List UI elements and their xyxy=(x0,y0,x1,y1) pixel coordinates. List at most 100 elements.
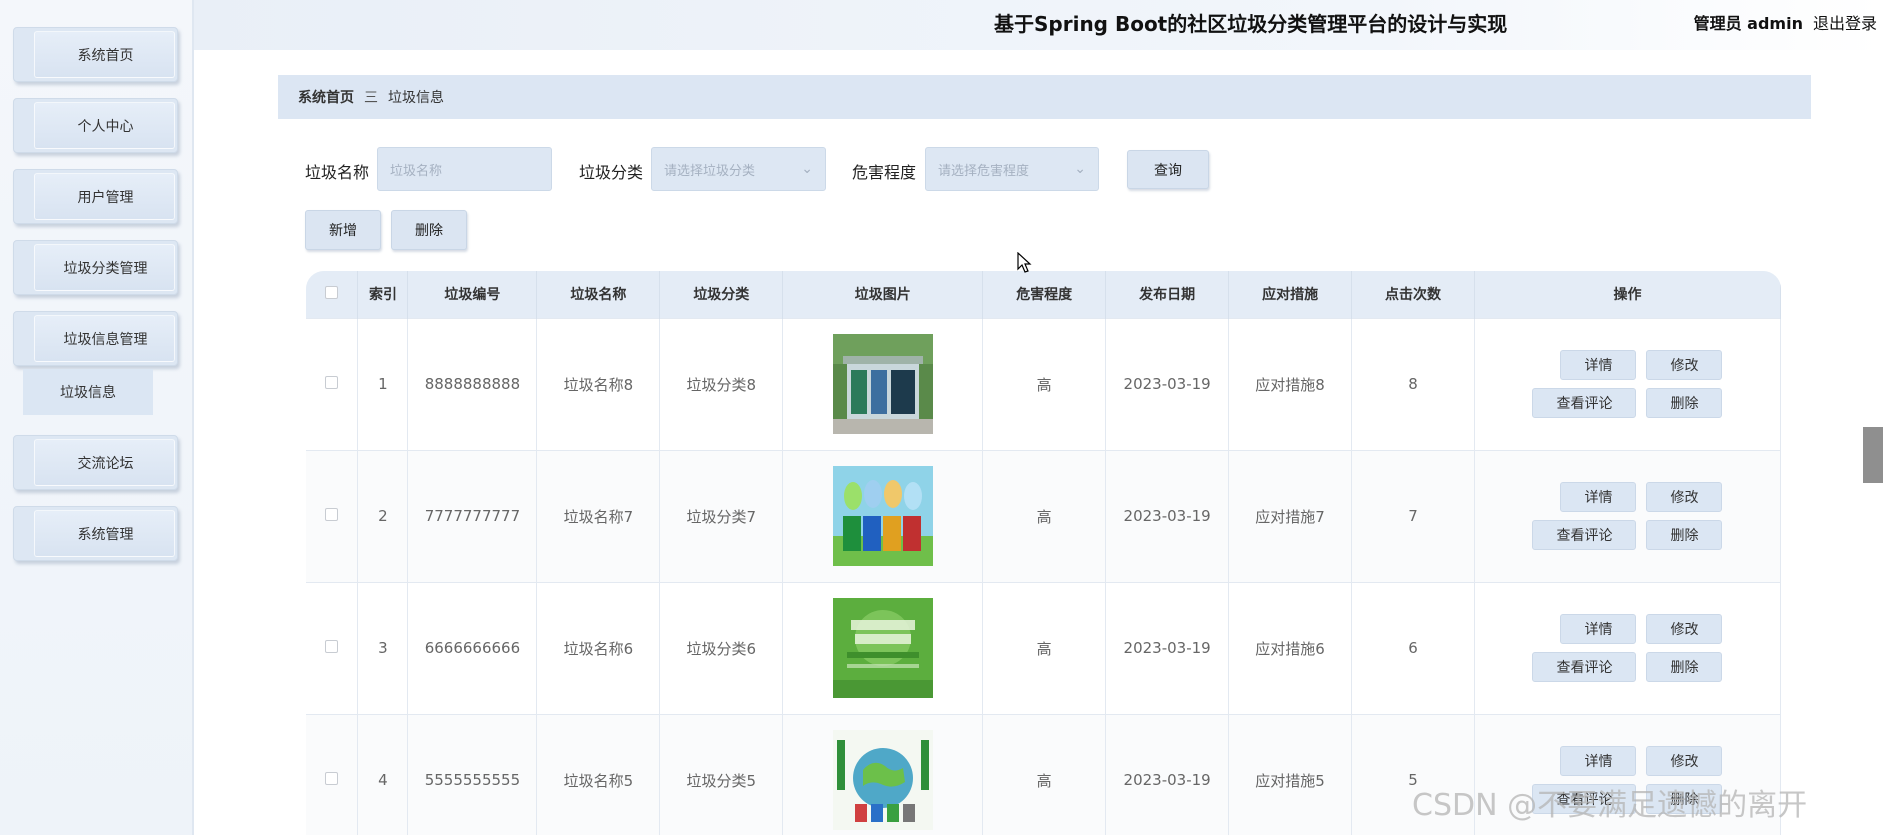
category-select-placeholder: 请选择垃圾分类 xyxy=(664,163,756,179)
top-header: 基于Spring Boot的社区垃圾分类管理平台的设计与实现 管理员 admin… xyxy=(194,0,1883,50)
sidebar-item-label: 系统管理 xyxy=(77,526,134,543)
breadcrumb-home[interactable]: 系统首页 xyxy=(298,87,354,107)
edit-button[interactable]: 修改 xyxy=(1646,350,1723,380)
garbage-image-colored-bins[interactable] xyxy=(832,466,933,566)
delete-button[interactable]: 删除 xyxy=(1646,388,1723,418)
sidebar-item-label: 交流论坛 xyxy=(77,455,134,472)
hazard-select-placeholder: 请选择危害程度 xyxy=(938,163,1030,179)
cell-name: 垃圾名称7 xyxy=(536,449,661,582)
sidebar-item-info-management[interactable]: 垃圾信息管理 xyxy=(13,311,178,366)
sidebar-subitem-garbage-info[interactable]: 垃圾信息 xyxy=(23,369,153,415)
view-comments-button[interactable]: 查看评论 xyxy=(1532,388,1637,418)
row-select-cell xyxy=(306,317,359,450)
row-select-cell xyxy=(306,449,359,582)
cell-measure: 应对措施6 xyxy=(1228,581,1353,714)
logout-link[interactable]: 退出登录 xyxy=(1813,10,1877,34)
user-info: 管理员 admin 退出登录 xyxy=(1694,10,1877,34)
cell-date: 2023-03-19 xyxy=(1105,713,1230,835)
row-checkbox[interactable] xyxy=(325,772,339,786)
column-header: 点击次数 xyxy=(1351,271,1475,318)
name-search-input[interactable]: 垃圾名称 xyxy=(377,147,552,191)
table-row: 1 8888888888 垃圾名称8 垃圾分类8 高 2023-03-19 应对… xyxy=(306,317,1781,450)
column-header: 垃圾名称 xyxy=(536,271,661,318)
cell-name: 垃圾名称5 xyxy=(536,713,661,835)
garbage-image-green-poster[interactable] xyxy=(832,598,933,698)
cell-measure: 应对措施7 xyxy=(1228,449,1353,582)
hazard-select[interactable]: 请选择危害程度 ⌄ xyxy=(925,147,1099,191)
garbage-image-recycling-kiosk[interactable] xyxy=(832,334,933,434)
cell-image xyxy=(782,449,984,582)
chevron-down-icon: ⌄ xyxy=(801,161,813,177)
cell-actions: 详情 修改 查看评论 删除 xyxy=(1474,581,1781,714)
edit-button[interactable]: 修改 xyxy=(1646,482,1723,512)
sidebar-item-label: 个人中心 xyxy=(77,118,134,135)
cell-index: 2 xyxy=(357,449,409,582)
sidebar-item-category-management[interactable]: 垃圾分类管理 xyxy=(13,240,178,295)
batch-delete-button[interactable]: 删除 xyxy=(391,210,467,250)
query-button[interactable]: 查询 xyxy=(1127,150,1209,189)
delete-button[interactable]: 删除 xyxy=(1646,520,1723,550)
detail-button[interactable]: 详情 xyxy=(1560,746,1637,777)
scrollbar-thumb[interactable] xyxy=(1863,427,1883,483)
cell-clicks: 7 xyxy=(1351,449,1475,582)
table-header-row: 索引 垃圾编号 垃圾名称 垃圾分类 垃圾图片 危害程度 发布日期 应对措施 点击… xyxy=(306,271,1781,318)
row-select-cell xyxy=(306,581,359,714)
category-select[interactable]: 请选择垃圾分类 ⌄ xyxy=(651,147,826,191)
garbage-image-earth-cartoon[interactable] xyxy=(832,730,933,831)
category-search-label: 垃圾分类 xyxy=(579,163,644,182)
edit-button[interactable]: 修改 xyxy=(1646,746,1723,777)
row-checkbox[interactable] xyxy=(325,508,339,521)
cell-category: 垃圾分类7 xyxy=(659,449,784,582)
column-header: 应对措施 xyxy=(1228,271,1353,318)
cell-hazard: 高 xyxy=(982,713,1107,835)
hazard-search-label: 危害程度 xyxy=(852,163,917,182)
cell-actions: 详情 修改 查看评论 删除 xyxy=(1474,449,1781,582)
mouse-cursor-icon xyxy=(1017,251,1033,278)
cell-name: 垃圾名称8 xyxy=(536,317,661,450)
cell-measure: 应对措施5 xyxy=(1228,713,1353,835)
cell-date: 2023-03-19 xyxy=(1105,449,1230,582)
column-header: 垃圾图片 xyxy=(782,271,984,318)
select-all-checkbox[interactable] xyxy=(325,285,339,299)
cell-date: 2023-03-19 xyxy=(1105,581,1230,714)
cell-name: 垃圾名称6 xyxy=(536,581,661,714)
sidebar-item-personal-center[interactable]: 个人中心 xyxy=(13,98,178,153)
cell-category: 垃圾分类5 xyxy=(659,713,784,835)
sidebar-item-user-management[interactable]: 用户管理 xyxy=(13,169,178,224)
column-header: 危害程度 xyxy=(982,271,1107,318)
sidebar-item-label: 用户管理 xyxy=(77,189,134,206)
cell-clicks: 8 xyxy=(1351,317,1475,450)
detail-button[interactable]: 详情 xyxy=(1560,350,1637,380)
user-role: 管理员 admin xyxy=(1693,14,1803,33)
column-header: 垃圾分类 xyxy=(659,271,784,318)
sidebar-item-label: 系统首页 xyxy=(77,47,134,64)
cell-code: 6666666666 xyxy=(407,581,538,714)
cell-clicks: 6 xyxy=(1351,581,1475,714)
delete-button[interactable]: 删除 xyxy=(1646,652,1723,682)
detail-button[interactable]: 详情 xyxy=(1560,482,1637,512)
row-checkbox[interactable] xyxy=(325,376,339,389)
cell-date: 2023-03-19 xyxy=(1105,317,1230,450)
cell-measure: 应对措施8 xyxy=(1228,317,1353,450)
sidebar-item-forum[interactable]: 交流论坛 xyxy=(13,435,178,490)
view-comments-button[interactable]: 查看评论 xyxy=(1532,652,1637,682)
sidebar: 系统首页 个人中心 用户管理 垃圾分类管理 垃圾信息管理 垃圾信息 交流论坛 系… xyxy=(0,0,194,835)
name-search-label: 垃圾名称 xyxy=(305,163,370,182)
view-comments-button[interactable]: 查看评论 xyxy=(1532,520,1637,550)
cell-image xyxy=(782,581,984,714)
page-title: 基于Spring Boot的社区垃圾分类管理平台的设计与实现 xyxy=(994,12,1508,36)
sidebar-item-label: 垃圾信息管理 xyxy=(63,331,148,348)
cell-code: 7777777777 xyxy=(407,449,538,582)
add-button[interactable]: 新增 xyxy=(305,210,381,250)
row-checkbox[interactable] xyxy=(325,640,339,653)
detail-button[interactable]: 详情 xyxy=(1560,614,1637,644)
cell-hazard: 高 xyxy=(982,581,1107,714)
cell-code: 8888888888 xyxy=(407,317,538,450)
chevron-down-icon: ⌄ xyxy=(1074,161,1086,177)
edit-button[interactable]: 修改 xyxy=(1646,614,1723,644)
sidebar-item-home[interactable]: 系统首页 xyxy=(13,27,178,82)
sidebar-item-system-management[interactable]: 系统管理 xyxy=(13,506,178,561)
table-row: 2 7777777777 垃圾名称7 垃圾分类7 高 2023-03-19 应对… xyxy=(306,449,1781,582)
cell-code: 5555555555 xyxy=(407,713,538,835)
cell-index: 3 xyxy=(357,581,409,714)
